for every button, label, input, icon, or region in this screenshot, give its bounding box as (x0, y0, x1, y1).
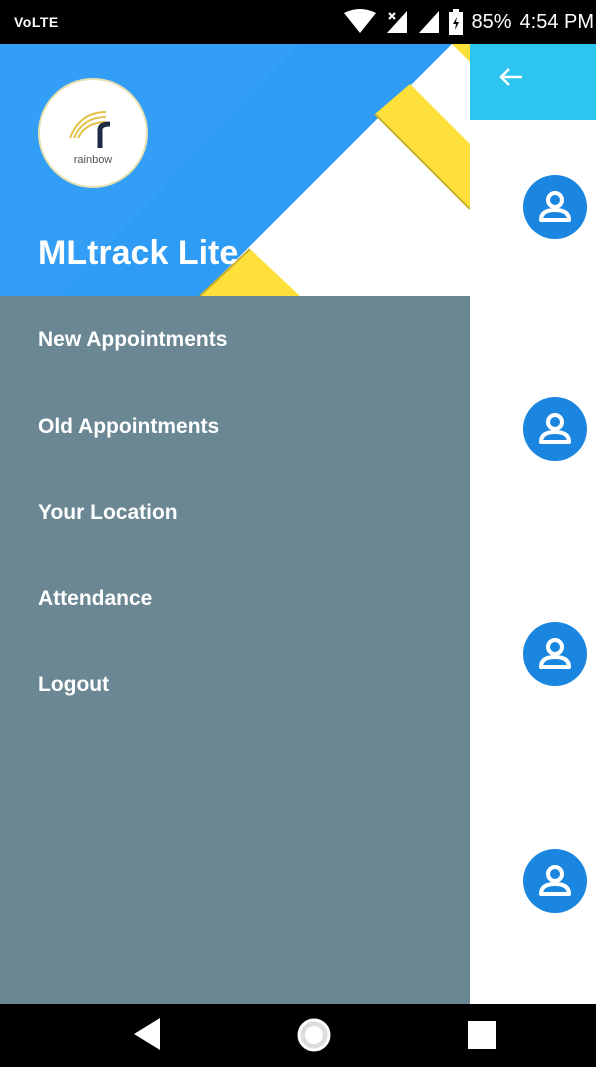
menu-item-label: Logout (38, 673, 110, 696)
home-circle-icon[interactable] (296, 1017, 332, 1058)
battery-icon (449, 9, 464, 35)
menu-item-attendance[interactable]: Attendance (0, 556, 470, 642)
menu-item-label: Your Location (38, 501, 178, 524)
system-nav-bar (0, 1004, 596, 1067)
status-right-group: 85% 4:54 PM (343, 0, 596, 44)
drawer-header: rainbow MLtrack Lite (0, 44, 470, 296)
no-signal-icon (385, 9, 409, 35)
menu-item-logout[interactable]: Logout (0, 642, 470, 728)
menu-item-label: Attendance (38, 587, 153, 610)
menu-item-label: New Appointments (38, 328, 228, 351)
menu-item-your-location[interactable]: Your Location (0, 470, 470, 556)
navigation-drawer: rainbow MLtrack Lite New Appointments Ol… (0, 44, 470, 1004)
clock: 4:54 PM (519, 10, 594, 33)
back-triangle-icon[interactable] (132, 1016, 162, 1057)
arrow-left-icon[interactable] (498, 64, 524, 95)
menu-item-label: Old Appointments (38, 415, 220, 438)
person-icon[interactable] (523, 175, 587, 239)
status-bar: VoLTE 85% 4:54 PM (0, 0, 596, 44)
app-bar (470, 44, 596, 120)
rainbow-logo: rainbow (40, 80, 146, 186)
person-icon[interactable] (523, 397, 587, 461)
battery-percent: 85% (471, 10, 512, 33)
recents-square-icon[interactable] (466, 1019, 498, 1056)
signal-icon (417, 9, 441, 35)
drawer-menu: New Appointments Old Appointments Your L… (0, 296, 470, 728)
person-icon[interactable] (523, 622, 587, 686)
wifi-icon (343, 9, 377, 35)
logo-text: rainbow (73, 154, 113, 166)
person-icon[interactable] (523, 849, 587, 913)
menu-item-new-appointments[interactable]: New Appointments (0, 296, 470, 384)
app-title: MLtrack Lite (38, 234, 239, 272)
carrier-label: VoLTE (14, 14, 59, 30)
menu-item-old-appointments[interactable]: Old Appointments (0, 384, 470, 470)
